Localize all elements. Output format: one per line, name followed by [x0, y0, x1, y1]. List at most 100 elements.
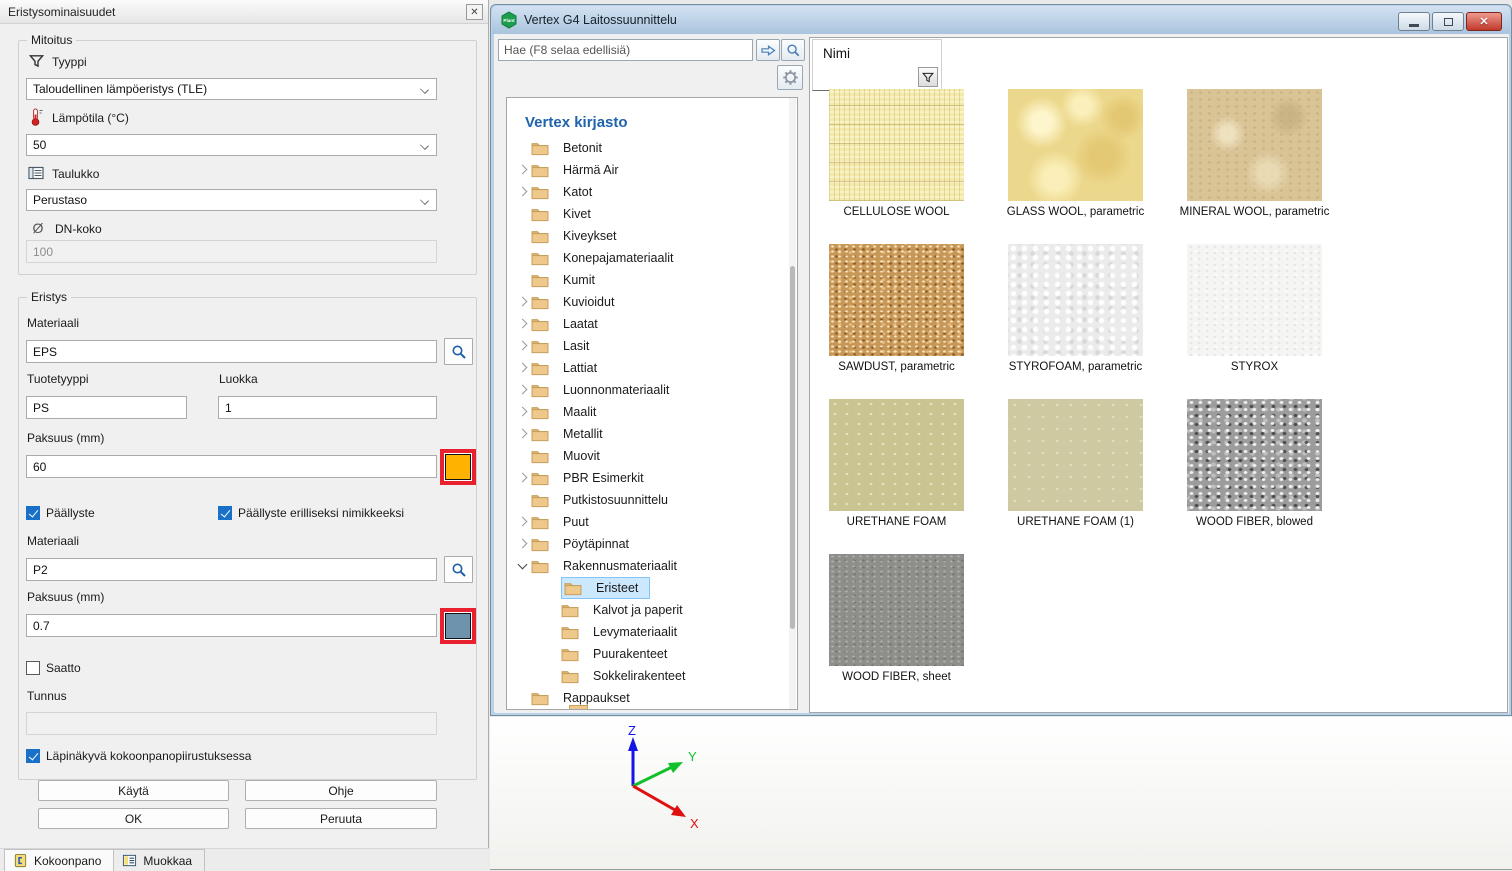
saatto-checkbox[interactable] — [26, 661, 40, 675]
expander-icon[interactable] — [515, 404, 531, 420]
column-filter-button[interactable] — [918, 67, 938, 87]
expander-icon[interactable] — [515, 162, 531, 178]
tree-item[interactable]: Lattiat — [507, 357, 797, 379]
material-texture[interactable] — [1187, 89, 1322, 201]
tree-item[interactable]: Metallit — [507, 423, 797, 445]
search-input[interactable] — [498, 39, 753, 61]
eristys-color-button[interactable] — [440, 449, 476, 485]
tree-item[interactable]: Katot — [507, 181, 797, 203]
expander-icon[interactable] — [515, 536, 531, 552]
materiaali-search-button[interactable] — [444, 338, 473, 365]
expander-icon[interactable] — [515, 294, 531, 310]
luokka-field[interactable] — [218, 396, 437, 419]
window-close-button[interactable]: ✕ — [1466, 12, 1502, 31]
expander-icon[interactable] — [545, 646, 561, 662]
tree-item[interactable]: Sokkelirakenteet — [507, 665, 797, 687]
ok-button[interactable]: OK — [38, 808, 229, 829]
dnkoko-field[interactable] — [26, 240, 437, 263]
material-texture[interactable] — [829, 89, 964, 201]
tab-muokkaa[interactable]: Muokkaa — [114, 849, 205, 871]
expander-icon[interactable] — [515, 338, 531, 354]
search-go-button[interactable] — [756, 39, 780, 61]
paallyste-erillinen-checkbox-row[interactable]: Päällyste erilliseksi nimikkeeksi — [218, 506, 404, 520]
paallyste-checkbox-row[interactable]: Päällyste — [26, 506, 95, 520]
material-texture[interactable] — [1187, 244, 1322, 356]
expander-icon[interactable] — [545, 624, 561, 640]
paallyste-materiaali-field[interactable] — [26, 558, 437, 581]
tree-item[interactable]: Luonnonmateriaalit — [507, 379, 797, 401]
material-tile[interactable]: GLASS WOOL, parametric — [986, 85, 1165, 240]
tyyppi-combobox[interactable]: Taloudellinen lämpöeristys (TLE) — [26, 78, 437, 100]
maximize-button[interactable] — [1432, 12, 1464, 31]
paallyste-paksuus-field[interactable] — [26, 614, 437, 637]
material-tile[interactable]: CELLULOSE WOOL — [809, 85, 986, 240]
expander-icon[interactable] — [515, 228, 531, 244]
tree-item[interactable]: Puurakenteet — [507, 643, 797, 665]
material-tile[interactable]: SAWDUST, parametric — [809, 240, 986, 395]
name-column-header[interactable]: Nimi — [812, 39, 942, 91]
expander-icon[interactable] — [515, 360, 531, 376]
saatto-checkbox-row[interactable]: Saatto — [26, 661, 81, 675]
paallyste-materiaali-search-button[interactable] — [444, 556, 473, 583]
material-tile[interactable]: URETHANE FOAM — [809, 395, 986, 550]
material-tile[interactable]: STYROX — [1165, 240, 1344, 395]
expander-icon[interactable] — [515, 206, 531, 222]
settings-button[interactable] — [777, 65, 803, 90]
close-icon[interactable]: ✕ — [466, 4, 483, 20]
tree-item[interactable]: Kuvioidut — [507, 291, 797, 313]
paallyste-checkbox[interactable] — [26, 506, 40, 520]
material-tile[interactable]: STYROFOAM, parametric — [986, 240, 1165, 395]
material-tile[interactable]: URETHANE FOAM (1) — [986, 395, 1165, 550]
search-button[interactable] — [781, 39, 805, 61]
material-texture[interactable] — [1008, 244, 1143, 356]
expander-icon[interactable] — [515, 140, 531, 156]
material-texture[interactable] — [1008, 399, 1143, 511]
material-texture[interactable] — [829, 399, 964, 511]
minimize-button[interactable] — [1398, 12, 1430, 31]
material-tile[interactable]: MINERAL WOOL, parametric — [1165, 85, 1344, 240]
expander-icon[interactable] — [515, 250, 531, 266]
materiaali-field[interactable] — [26, 340, 437, 363]
tunnus-field[interactable] — [26, 712, 437, 735]
tree-item[interactable]: Lasit — [507, 335, 797, 357]
tree-item[interactable]: Maalit — [507, 401, 797, 423]
tree-scrollbar[interactable] — [789, 98, 796, 709]
tree-item[interactable]: Laatat — [507, 313, 797, 335]
expander-icon[interactable] — [515, 382, 531, 398]
expander-icon[interactable] — [515, 514, 531, 530]
taulukko-combobox[interactable]: Perustaso — [26, 189, 437, 211]
tree-scrollbar-thumb[interactable] — [790, 266, 795, 629]
tree-item[interactable]: Rappaukset — [507, 687, 797, 709]
paallyste-erillinen-checkbox[interactable] — [218, 506, 232, 520]
expander-icon[interactable] — [515, 272, 531, 288]
peruuta-button[interactable]: Peruuta — [245, 808, 437, 829]
dialog-titlebar[interactable]: Eristysominaisuudet ✕ — [0, 0, 488, 24]
tree-item[interactable]: Eristeet — [507, 577, 797, 599]
tree-item[interactable]: PBR Esimerkit — [507, 467, 797, 489]
expander-icon[interactable] — [515, 184, 531, 200]
tree-item[interactable]: Härmä Air — [507, 159, 797, 181]
expander-icon[interactable] — [515, 316, 531, 332]
expander-icon[interactable] — [545, 580, 561, 596]
expander-icon[interactable] — [515, 690, 531, 706]
paallyste-color-button[interactable] — [440, 608, 476, 644]
material-texture[interactable] — [1008, 89, 1143, 201]
tab-kokoonpano[interactable]: Kokoonpano — [4, 849, 114, 871]
tree-item[interactable]: Kumit — [507, 269, 797, 291]
viewport[interactable]: Z Y X — [490, 717, 1512, 870]
material-texture[interactable] — [1187, 399, 1322, 511]
tree-item[interactable]: Levymateriaalit — [507, 621, 797, 643]
tree-item[interactable]: Kiveykset — [507, 225, 797, 247]
expander-icon[interactable] — [515, 448, 531, 464]
lapinakyva-checkbox-row[interactable]: Läpinäkyvä kokoonpanopiirustuksessa — [26, 749, 251, 763]
tree-item[interactable]: Kivet — [507, 203, 797, 225]
material-texture[interactable] — [829, 244, 964, 356]
expander-icon[interactable] — [545, 602, 561, 618]
material-tile[interactable]: WOOD FIBER, blowed — [1165, 395, 1344, 550]
expander-icon[interactable] — [545, 668, 561, 684]
expander-icon[interactable] — [515, 426, 531, 442]
tree-item[interactable]: Betonit — [507, 137, 797, 159]
tree-item[interactable]: Kalvot ja paperit — [507, 599, 797, 621]
tree-item[interactable]: Rakennusmateriaalit — [507, 555, 797, 577]
tree-item[interactable]: Konepajamateriaalit — [507, 247, 797, 269]
